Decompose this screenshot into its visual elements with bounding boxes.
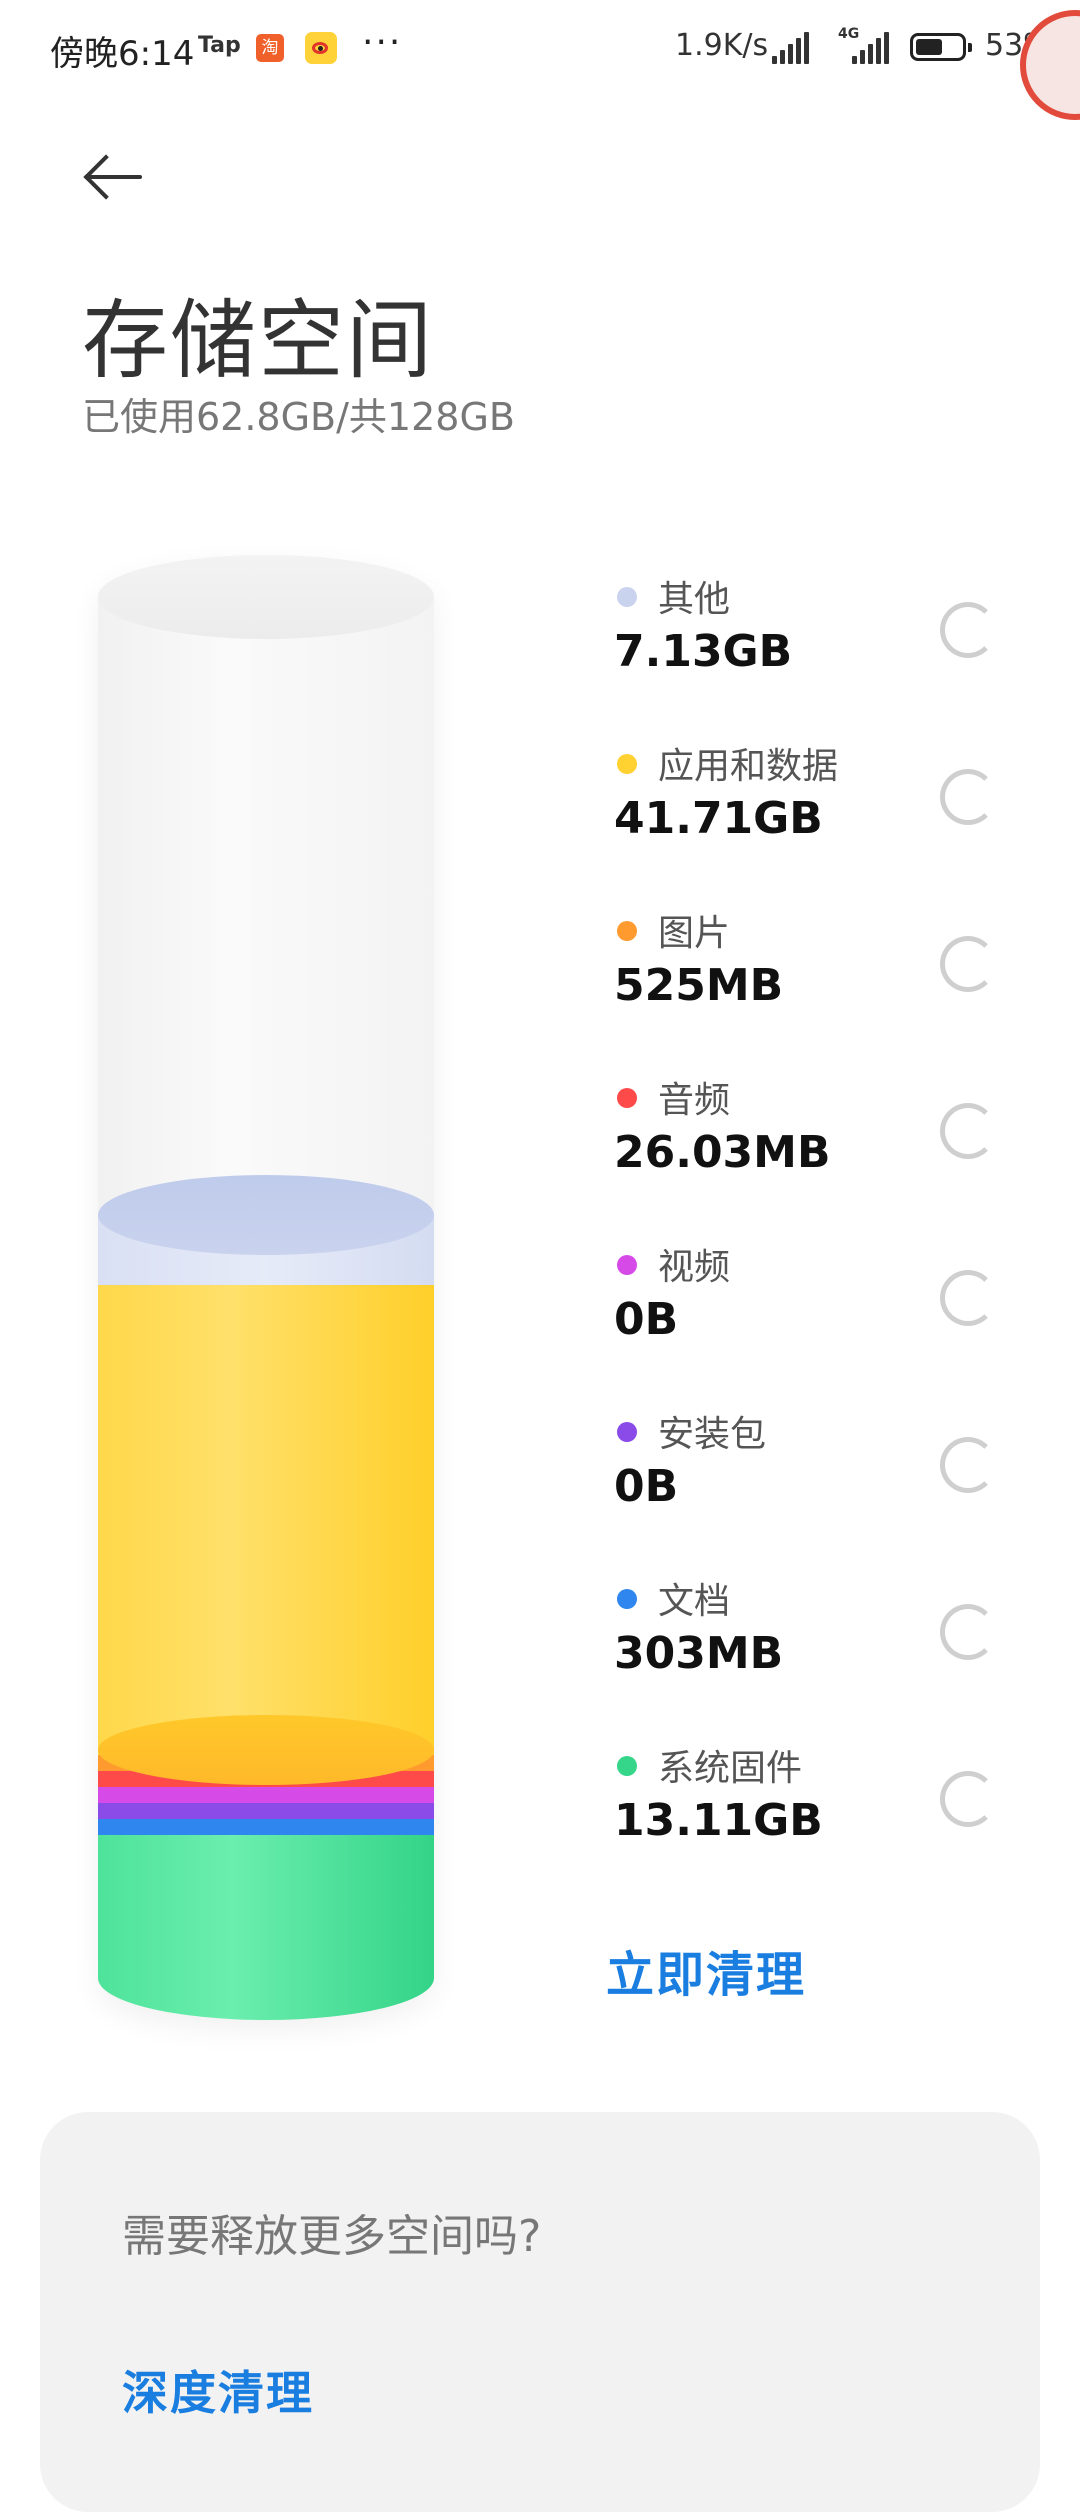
category-label: 文档 [658, 1581, 731, 1622]
battery-icon [910, 33, 972, 61]
category-label: 其他 [658, 579, 731, 620]
weibo-icon [305, 32, 337, 64]
color-dot [617, 1088, 637, 1108]
segment-video [98, 1787, 434, 1803]
segment-packages [98, 1803, 434, 1819]
back-arrow-icon[interactable] [82, 148, 152, 208]
legend-item-video[interactable]: 视频 0B [614, 1238, 1054, 1388]
deep-clean-button[interactable]: 深度清理 [122, 2357, 314, 2423]
segment-documents [98, 1819, 434, 1835]
loading-spinner-icon [940, 1437, 996, 1493]
more-notifications-icon: ··· [362, 22, 403, 63]
legend-item-firmware[interactable]: 系统固件 13.11GB [614, 1739, 1054, 1889]
segment-firmware [98, 1835, 434, 2020]
cylinder-fill-top [98, 1175, 434, 1255]
status-bar: 傍晚6:14 Tap 淘 ··· 1.9K/s 4G 53% [0, 0, 1080, 120]
cylinder-top [98, 555, 434, 639]
category-label: 视频 [658, 1247, 731, 1288]
color-dot [617, 1756, 637, 1776]
cylinder-apps-edge [98, 1715, 434, 1785]
color-dot [617, 1589, 637, 1609]
category-label: 应用和数据 [658, 746, 839, 787]
loading-spinner-icon [940, 1771, 996, 1827]
color-dot [617, 587, 637, 607]
tap-app-icon: Tap [198, 33, 241, 58]
card-question: 需要释放更多空间吗? [122, 2211, 542, 2262]
clean-now-button[interactable]: 立即清理 [606, 1935, 806, 2005]
legend-item-images[interactable]: 图片 525MB [614, 904, 1054, 1054]
color-dot [617, 1422, 637, 1442]
loading-spinner-icon [940, 1270, 996, 1326]
net-speed: 1.9K/s [675, 28, 769, 63]
floating-bubble-icon[interactable] [1020, 10, 1080, 120]
segment-apps-data [98, 1285, 434, 1755]
color-dot [617, 921, 637, 941]
category-size: 13.11GB [614, 1795, 823, 1846]
loading-spinner-icon [940, 769, 996, 825]
loading-spinner-icon [940, 1604, 996, 1660]
category-size: 41.71GB [614, 793, 823, 844]
category-label: 系统固件 [658, 1748, 803, 1789]
loading-spinner-icon [940, 602, 996, 658]
category-size: 26.03MB [614, 1127, 831, 1178]
status-time: 傍晚6:14 [50, 34, 195, 74]
color-dot [617, 754, 637, 774]
legend-item-packages[interactable]: 安装包 0B [614, 1405, 1054, 1555]
category-label: 音频 [658, 1080, 731, 1121]
category-size: 525MB [614, 960, 784, 1011]
category-size: 7.13GB [614, 626, 793, 677]
color-dot [617, 1255, 637, 1275]
legend-item-audio[interactable]: 音频 26.03MB [614, 1071, 1054, 1221]
cylinder-body [98, 555, 434, 2020]
category-label: 图片 [658, 913, 731, 954]
storage-usage-summary: 已使用62.8GB/共128GB [82, 395, 515, 439]
category-label: 安装包 [658, 1414, 767, 1455]
legend-item-apps-data[interactable]: 应用和数据 41.71GB [614, 737, 1054, 887]
category-size: 0B [614, 1294, 679, 1345]
free-space-card: 需要释放更多空间吗? 深度清理 [40, 2112, 1040, 2512]
signal-4g-icon [852, 32, 892, 64]
loading-spinner-icon [940, 1103, 996, 1159]
legend-item-documents[interactable]: 文档 303MB [614, 1572, 1054, 1722]
category-size: 303MB [614, 1628, 784, 1679]
legend-item-other[interactable]: 其他 7.13GB [614, 570, 1054, 720]
category-size: 0B [614, 1461, 679, 1512]
signal-icon [772, 32, 812, 64]
taobao-icon: 淘 [256, 34, 284, 62]
loading-spinner-icon [940, 936, 996, 992]
page-title: 存储空间 [82, 291, 434, 391]
storage-cylinder-chart [98, 555, 434, 2020]
